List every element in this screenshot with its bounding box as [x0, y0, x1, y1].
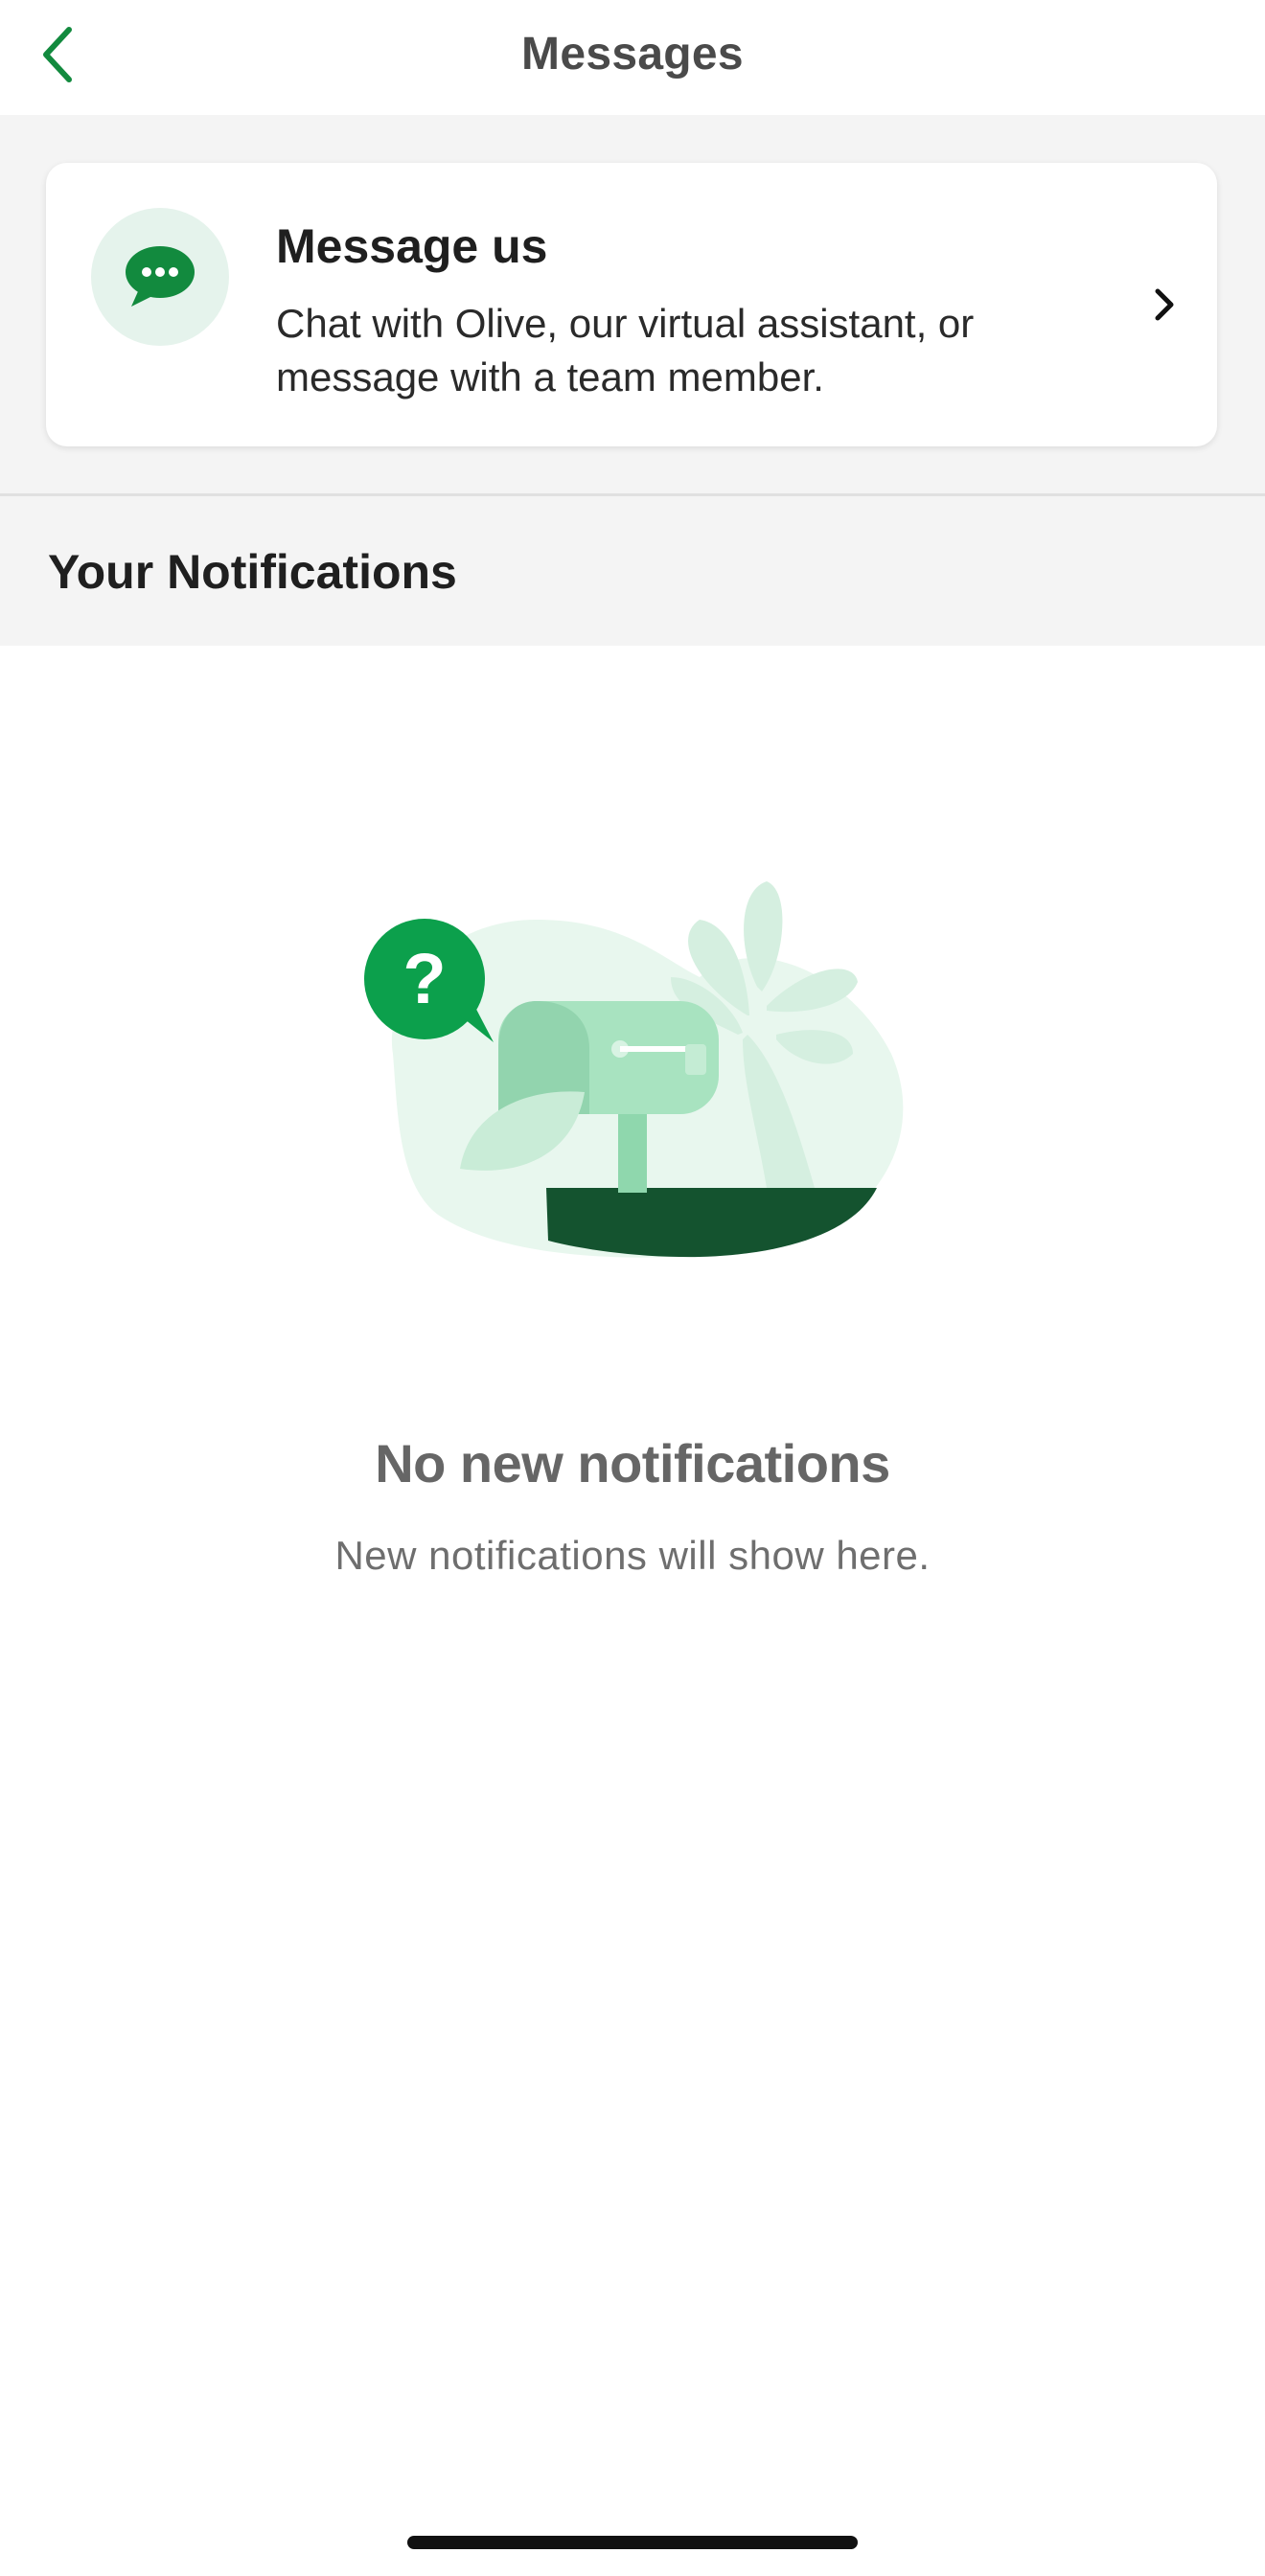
- notifications-header: Your Notifications: [0, 496, 1265, 646]
- card-title: Message us: [276, 219, 548, 273]
- top-nav-bar: Messages: [0, 0, 1265, 115]
- chat-bubble-icon: [126, 246, 195, 307]
- empty-state-title: No new notifications: [375, 1433, 890, 1493]
- home-indicator[interactable]: [407, 2536, 858, 2549]
- page-title: Messages: [521, 28, 744, 80]
- message-icon-circle: [91, 208, 229, 346]
- card-description: Chat with Olive, our virtual assistant, …: [276, 301, 975, 399]
- card-chevron: [1140, 278, 1188, 331]
- mailbox-illustration: ?: [355, 872, 910, 1274]
- message-us-card[interactable]: Message us Chat with Olive, our virtual …: [46, 163, 1217, 446]
- empty-state-subtitle: New notifications will show here.: [334, 1533, 931, 1578]
- section-title: Your Notifications: [48, 545, 457, 599]
- chevron-right-icon: [1155, 288, 1174, 321]
- svg-text:?: ?: [402, 939, 446, 1018]
